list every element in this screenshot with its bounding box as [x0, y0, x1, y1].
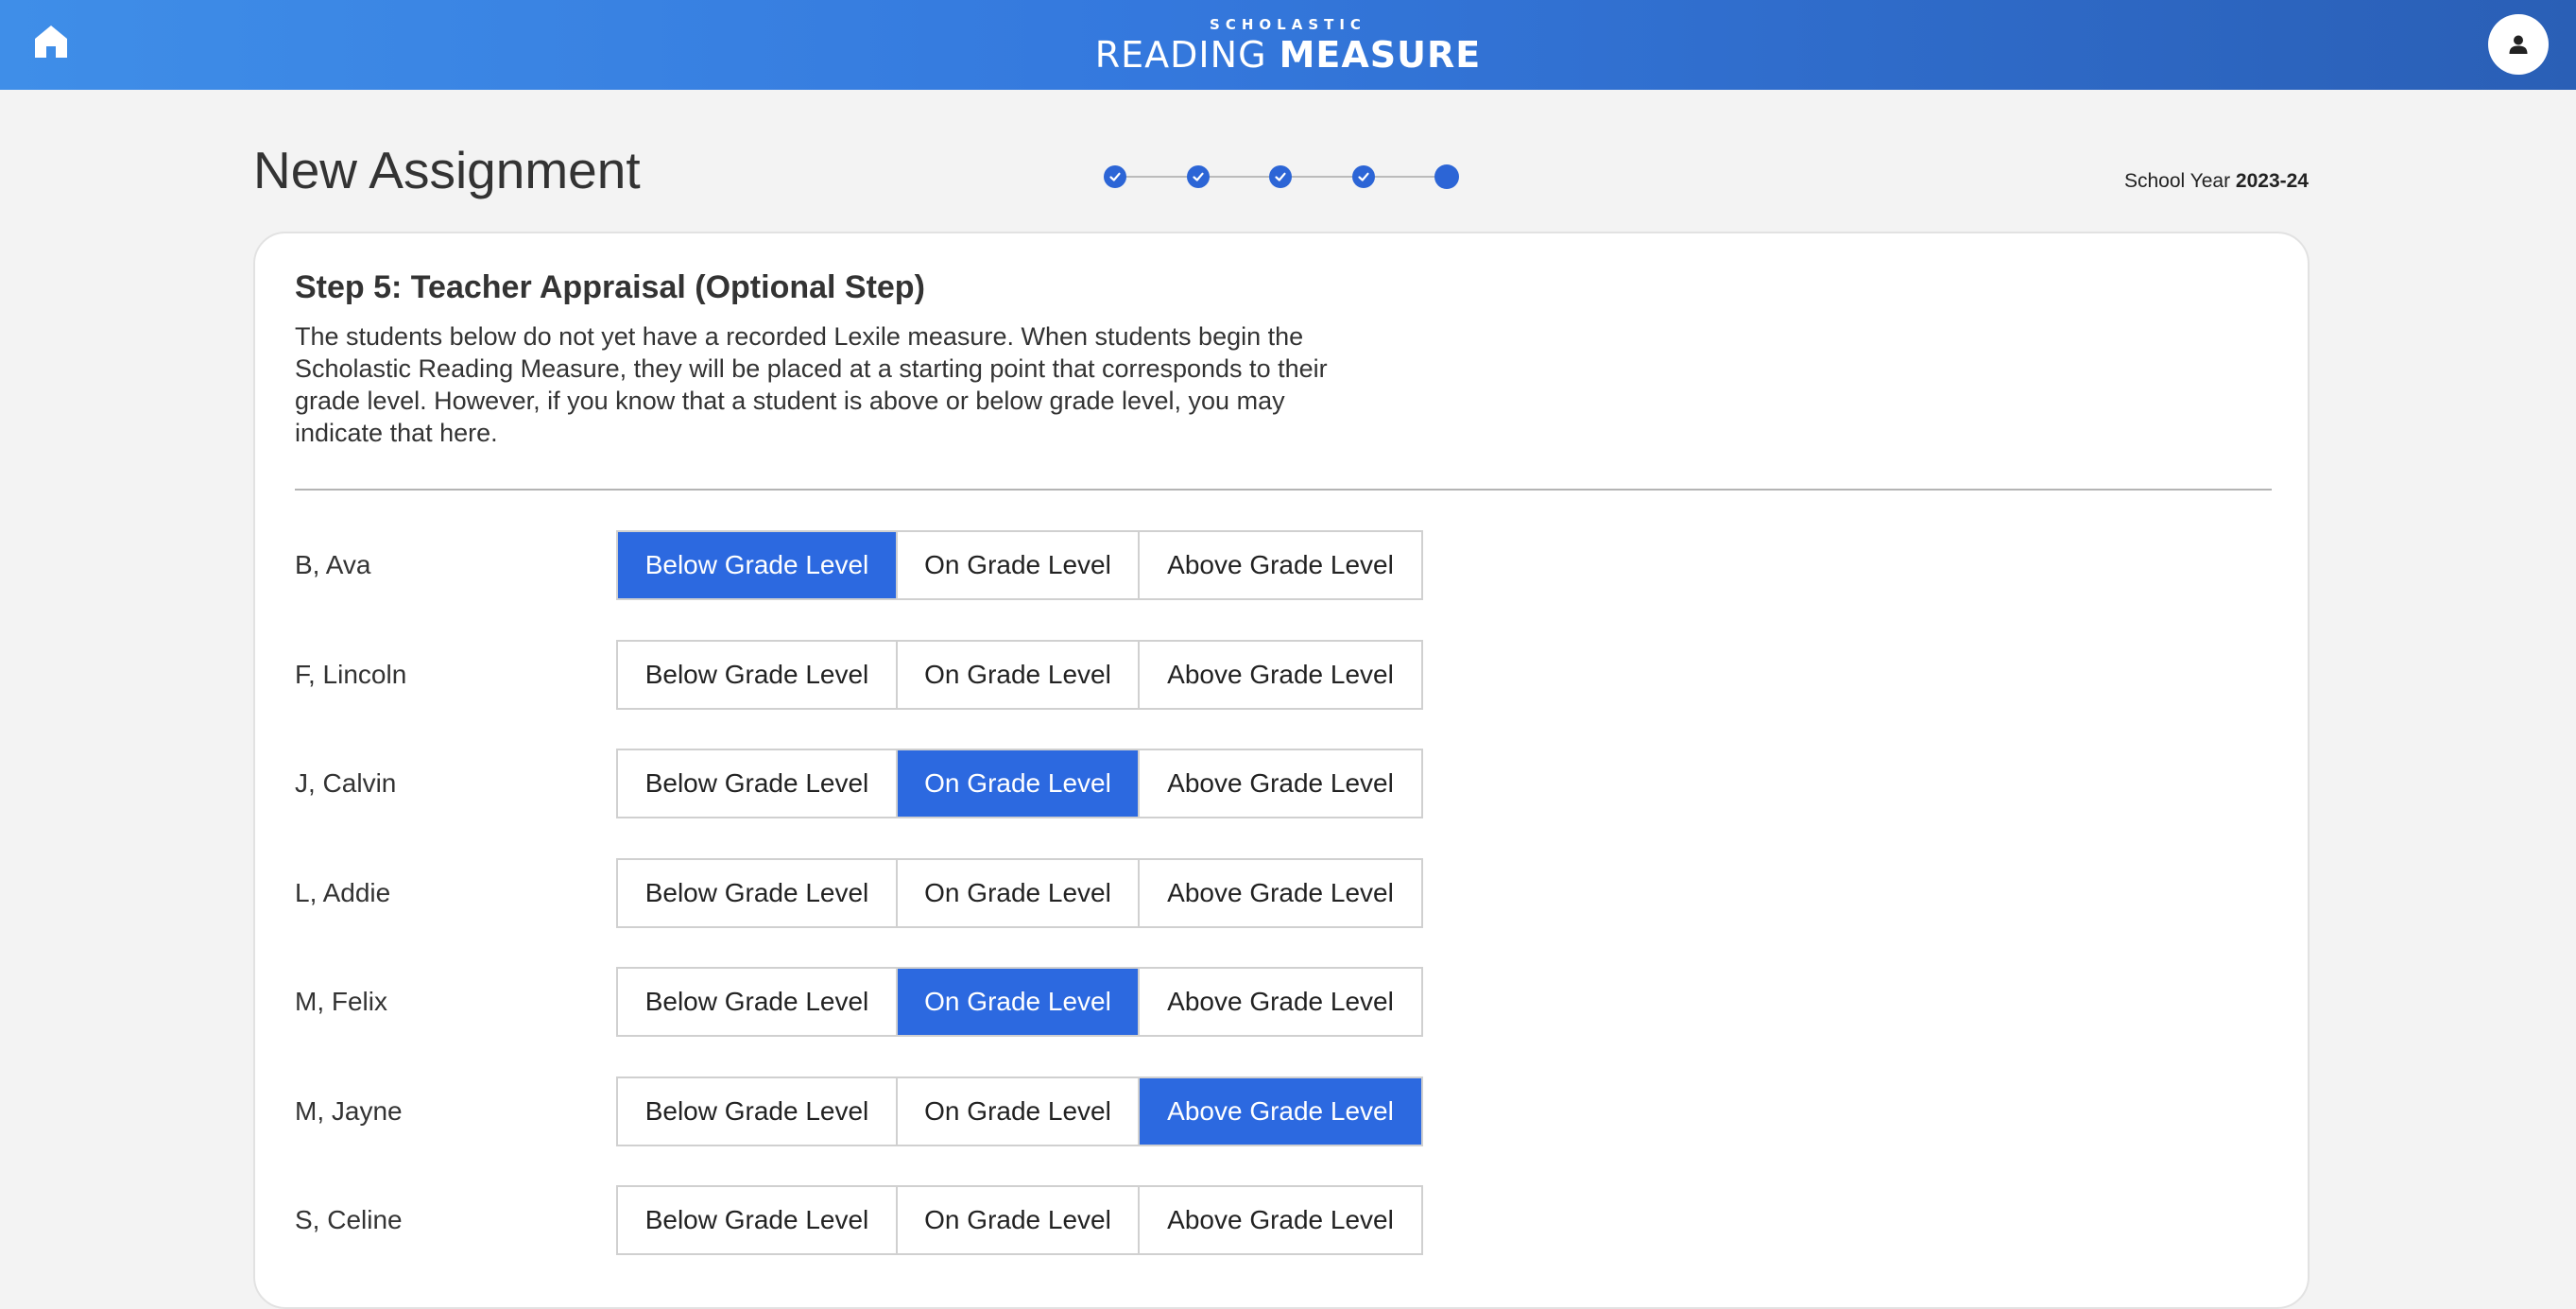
- grade-level-selector: Below Grade Level On Grade Level Above Gra…: [616, 749, 1423, 818]
- student-name: F, Lincoln: [295, 659, 407, 689]
- student-name: L, Addie: [295, 877, 391, 907]
- below-grade-level-button[interactable]: Below Grade Level: [618, 1187, 898, 1253]
- assignment-card: Step 5: Teacher Appraisal (Optional Step…: [253, 232, 2310, 1309]
- on-grade-level-button[interactable]: On Grade Level: [898, 532, 1140, 598]
- step-complete-indicator: [1104, 165, 1126, 188]
- student-row: M, Jayne Below Grade Level On Grade Level A…: [295, 1076, 1618, 1146]
- school-year: School Year 2023-24: [2124, 170, 2309, 193]
- student-row: B, Ava Below Grade Level On Grade Level Abo…: [295, 530, 1618, 600]
- grade-level-selector: Below Grade Level On Grade Level Above Gra…: [616, 857, 1423, 928]
- on-grade-level-button[interactable]: On Grade Level: [898, 969, 1140, 1035]
- grade-level-selector: Below Grade Level On Grade Level Above Gra…: [616, 967, 1423, 1037]
- on-grade-level-button[interactable]: On Grade Level: [898, 1077, 1140, 1145]
- student-row: L, Addie Below Grade Level On Grade Level A…: [295, 857, 1618, 928]
- above-grade-level-button[interactable]: Above Grade Level: [1140, 969, 1421, 1035]
- checkmark-icon: [1192, 172, 1204, 181]
- step-complete-indicator: [1186, 165, 1210, 188]
- grade-level-selector: Below Grade Level On Grade Level Above Gra…: [616, 639, 1423, 710]
- progress-stepper: [1104, 164, 1459, 189]
- below-grade-level-button[interactable]: Below Grade Level: [618, 641, 898, 708]
- below-grade-level-button[interactable]: Below Grade Level: [618, 750, 898, 817]
- brand-publisher: SCHOLASTIC: [1210, 16, 1366, 33]
- school-year-value: 2023-24: [2235, 170, 2309, 192]
- brand-product: READING MEASURE: [1095, 36, 1481, 74]
- step-complete-indicator: [1351, 165, 1375, 188]
- step-current-indicator: [1434, 164, 1459, 189]
- above-grade-level-button[interactable]: Above Grade Level: [1140, 641, 1421, 708]
- student-row: M, Felix Below Grade Level On Grade Level A…: [295, 967, 1618, 1037]
- student-name: M, Felix: [295, 987, 387, 1016]
- above-grade-level-button[interactable]: Above Grade Level: [1140, 532, 1421, 598]
- home-icon: [35, 26, 67, 58]
- student-row: F, Lincoln Below Grade Level On Grade Leve…: [295, 639, 1618, 710]
- below-grade-level-button[interactable]: Below Grade Level: [618, 532, 898, 598]
- checkmark-icon: [1109, 172, 1121, 181]
- student-name: J, Calvin: [295, 768, 397, 798]
- checkmark-icon: [1275, 172, 1286, 181]
- divider: [295, 489, 2272, 491]
- grade-level-selector: Below Grade Level On Grade Level Above Gra…: [616, 1076, 1423, 1146]
- page-title: New Assignment: [253, 141, 641, 199]
- on-grade-level-button[interactable]: On Grade Level: [898, 1187, 1140, 1253]
- account-button[interactable]: [2488, 14, 2549, 75]
- below-grade-level-button[interactable]: Below Grade Level: [618, 1077, 898, 1145]
- below-grade-level-button[interactable]: Below Grade Level: [618, 859, 898, 926]
- brand-product-bold: MEASURE: [1279, 34, 1482, 76]
- student-name: M, Jayne: [295, 1095, 403, 1126]
- student-name: S, Celine: [295, 1205, 403, 1234]
- school-year-label: School Year: [2123, 170, 2231, 192]
- below-grade-level-button[interactable]: Below Grade Level: [618, 969, 898, 1035]
- brand-product-light: READING: [1094, 34, 1267, 76]
- home-button[interactable]: [28, 19, 74, 64]
- grade-level-selector: Below Grade Level On Grade Level Above Gra…: [616, 1185, 1423, 1255]
- on-grade-level-button[interactable]: On Grade Level: [898, 750, 1140, 817]
- above-grade-level-button[interactable]: Above Grade Level: [1140, 1077, 1421, 1145]
- step-description: The students below do not yet have a rec…: [295, 322, 1328, 447]
- on-grade-level-button[interactable]: On Grade Level: [898, 859, 1140, 926]
- top-bar: SCHOLASTIC READING MEASURE: [0, 0, 2576, 90]
- student-row: J, Calvin Below Grade Level On Grade Level…: [295, 749, 1618, 818]
- step-complete-indicator: [1269, 165, 1292, 188]
- step-heading: Step 5: Teacher Appraisal (Optional Step…: [295, 269, 925, 305]
- above-grade-level-button[interactable]: Above Grade Level: [1140, 859, 1421, 926]
- brand-logo: SCHOLASTIC READING MEASURE: [0, 0, 2576, 90]
- user-icon: [2509, 35, 2528, 54]
- above-grade-level-button[interactable]: Above Grade Level: [1140, 1187, 1421, 1253]
- grade-level-selector: Below Grade Level On Grade Level Above Gra…: [616, 530, 1423, 600]
- above-grade-level-button[interactable]: Above Grade Level: [1140, 750, 1421, 817]
- student-name: B, Ava: [295, 550, 371, 579]
- checkmark-icon: [1357, 172, 1369, 181]
- student-row: S, Celine Below Grade Level On Grade Level…: [295, 1185, 1618, 1255]
- on-grade-level-button[interactable]: On Grade Level: [898, 641, 1140, 708]
